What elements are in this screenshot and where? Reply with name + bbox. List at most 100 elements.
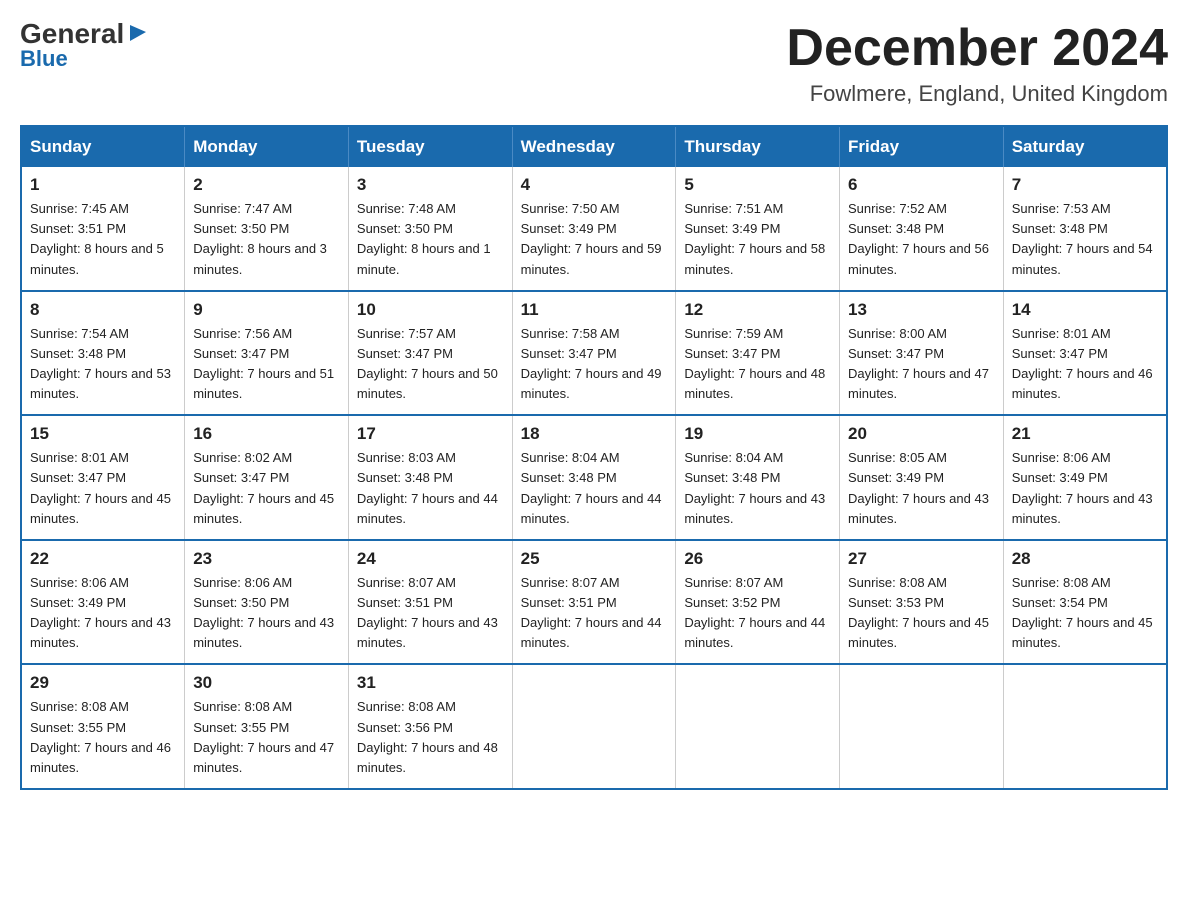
day-info: Sunrise: 7:59 AMSunset: 3:47 PMDaylight:… [684, 324, 831, 405]
day-number: 1 [30, 175, 176, 195]
day-info: Sunrise: 8:05 AMSunset: 3:49 PMDaylight:… [848, 448, 995, 529]
day-number: 5 [684, 175, 831, 195]
day-number: 31 [357, 673, 504, 693]
title-area: December 2024 Fowlmere, England, United … [786, 20, 1168, 107]
header-sunday: Sunday [21, 126, 185, 167]
header-thursday: Thursday [676, 126, 840, 167]
calendar-week-row: 29 Sunrise: 8:08 AMSunset: 3:55 PMDaylig… [21, 664, 1167, 789]
day-number: 27 [848, 549, 995, 569]
calendar-cell: 6 Sunrise: 7:52 AMSunset: 3:48 PMDayligh… [840, 167, 1004, 291]
month-title: December 2024 [786, 20, 1168, 77]
calendar-cell: 9 Sunrise: 7:56 AMSunset: 3:47 PMDayligh… [185, 291, 349, 416]
day-number: 14 [1012, 300, 1158, 320]
calendar-cell: 16 Sunrise: 8:02 AMSunset: 3:47 PMDaylig… [185, 415, 349, 540]
day-number: 10 [357, 300, 504, 320]
calendar-cell: 21 Sunrise: 8:06 AMSunset: 3:49 PMDaylig… [1003, 415, 1167, 540]
day-number: 22 [30, 549, 176, 569]
calendar-cell: 10 Sunrise: 7:57 AMSunset: 3:47 PMDaylig… [348, 291, 512, 416]
calendar-cell: 28 Sunrise: 8:08 AMSunset: 3:54 PMDaylig… [1003, 540, 1167, 665]
day-info: Sunrise: 8:02 AMSunset: 3:47 PMDaylight:… [193, 448, 340, 529]
day-number: 16 [193, 424, 340, 444]
day-info: Sunrise: 8:07 AMSunset: 3:51 PMDaylight:… [357, 573, 504, 654]
day-number: 7 [1012, 175, 1158, 195]
calendar-week-row: 8 Sunrise: 7:54 AMSunset: 3:48 PMDayligh… [21, 291, 1167, 416]
day-number: 21 [1012, 424, 1158, 444]
calendar-cell: 5 Sunrise: 7:51 AMSunset: 3:49 PMDayligh… [676, 167, 840, 291]
day-info: Sunrise: 7:56 AMSunset: 3:47 PMDaylight:… [193, 324, 340, 405]
day-number: 3 [357, 175, 504, 195]
day-number: 19 [684, 424, 831, 444]
day-info: Sunrise: 7:48 AMSunset: 3:50 PMDaylight:… [357, 199, 504, 280]
day-info: Sunrise: 8:06 AMSunset: 3:50 PMDaylight:… [193, 573, 340, 654]
day-number: 2 [193, 175, 340, 195]
location-subtitle: Fowlmere, England, United Kingdom [786, 81, 1168, 107]
day-info: Sunrise: 8:03 AMSunset: 3:48 PMDaylight:… [357, 448, 504, 529]
day-number: 24 [357, 549, 504, 569]
calendar-cell: 29 Sunrise: 8:08 AMSunset: 3:55 PMDaylig… [21, 664, 185, 789]
day-info: Sunrise: 7:53 AMSunset: 3:48 PMDaylight:… [1012, 199, 1158, 280]
calendar-cell: 30 Sunrise: 8:08 AMSunset: 3:55 PMDaylig… [185, 664, 349, 789]
calendar-cell: 13 Sunrise: 8:00 AMSunset: 3:47 PMDaylig… [840, 291, 1004, 416]
day-info: Sunrise: 8:08 AMSunset: 3:55 PMDaylight:… [30, 697, 176, 778]
day-info: Sunrise: 7:58 AMSunset: 3:47 PMDaylight:… [521, 324, 668, 405]
calendar-cell: 3 Sunrise: 7:48 AMSunset: 3:50 PMDayligh… [348, 167, 512, 291]
header-friday: Friday [840, 126, 1004, 167]
calendar-cell: 8 Sunrise: 7:54 AMSunset: 3:48 PMDayligh… [21, 291, 185, 416]
day-number: 12 [684, 300, 831, 320]
day-info: Sunrise: 8:08 AMSunset: 3:54 PMDaylight:… [1012, 573, 1158, 654]
day-info: Sunrise: 7:52 AMSunset: 3:48 PMDaylight:… [848, 199, 995, 280]
calendar-cell: 20 Sunrise: 8:05 AMSunset: 3:49 PMDaylig… [840, 415, 1004, 540]
day-number: 6 [848, 175, 995, 195]
calendar-cell: 15 Sunrise: 8:01 AMSunset: 3:47 PMDaylig… [21, 415, 185, 540]
calendar-cell: 25 Sunrise: 8:07 AMSunset: 3:51 PMDaylig… [512, 540, 676, 665]
day-number: 26 [684, 549, 831, 569]
day-info: Sunrise: 8:06 AMSunset: 3:49 PMDaylight:… [30, 573, 176, 654]
calendar-cell: 18 Sunrise: 8:04 AMSunset: 3:48 PMDaylig… [512, 415, 676, 540]
calendar-cell: 26 Sunrise: 8:07 AMSunset: 3:52 PMDaylig… [676, 540, 840, 665]
header-saturday: Saturday [1003, 126, 1167, 167]
day-info: Sunrise: 8:00 AMSunset: 3:47 PMDaylight:… [848, 324, 995, 405]
day-number: 17 [357, 424, 504, 444]
day-info: Sunrise: 7:54 AMSunset: 3:48 PMDaylight:… [30, 324, 176, 405]
day-info: Sunrise: 8:01 AMSunset: 3:47 PMDaylight:… [1012, 324, 1158, 405]
calendar-cell: 23 Sunrise: 8:06 AMSunset: 3:50 PMDaylig… [185, 540, 349, 665]
day-info: Sunrise: 7:57 AMSunset: 3:47 PMDaylight:… [357, 324, 504, 405]
logo-blue-text: Blue [20, 46, 68, 72]
page-header: General Blue December 2024 Fowlmere, Eng… [20, 20, 1168, 107]
calendar-cell: 7 Sunrise: 7:53 AMSunset: 3:48 PMDayligh… [1003, 167, 1167, 291]
day-info: Sunrise: 8:08 AMSunset: 3:53 PMDaylight:… [848, 573, 995, 654]
calendar-cell: 31 Sunrise: 8:08 AMSunset: 3:56 PMDaylig… [348, 664, 512, 789]
day-number: 11 [521, 300, 668, 320]
header-tuesday: Tuesday [348, 126, 512, 167]
day-info: Sunrise: 8:07 AMSunset: 3:51 PMDaylight:… [521, 573, 668, 654]
calendar-cell [676, 664, 840, 789]
calendar-cell: 1 Sunrise: 7:45 AMSunset: 3:51 PMDayligh… [21, 167, 185, 291]
calendar-cell: 24 Sunrise: 8:07 AMSunset: 3:51 PMDaylig… [348, 540, 512, 665]
day-number: 15 [30, 424, 176, 444]
day-number: 4 [521, 175, 668, 195]
day-info: Sunrise: 7:45 AMSunset: 3:51 PMDaylight:… [30, 199, 176, 280]
calendar-cell: 22 Sunrise: 8:06 AMSunset: 3:49 PMDaylig… [21, 540, 185, 665]
day-number: 8 [30, 300, 176, 320]
day-number: 9 [193, 300, 340, 320]
calendar-header-row: SundayMondayTuesdayWednesdayThursdayFrid… [21, 126, 1167, 167]
calendar-table: SundayMondayTuesdayWednesdayThursdayFrid… [20, 125, 1168, 790]
logo-triangle-icon [126, 21, 148, 43]
day-info: Sunrise: 8:06 AMSunset: 3:49 PMDaylight:… [1012, 448, 1158, 529]
logo: General Blue [20, 20, 148, 72]
header-wednesday: Wednesday [512, 126, 676, 167]
day-info: Sunrise: 8:07 AMSunset: 3:52 PMDaylight:… [684, 573, 831, 654]
header-monday: Monday [185, 126, 349, 167]
day-info: Sunrise: 7:50 AMSunset: 3:49 PMDaylight:… [521, 199, 668, 280]
day-number: 28 [1012, 549, 1158, 569]
calendar-week-row: 22 Sunrise: 8:06 AMSunset: 3:49 PMDaylig… [21, 540, 1167, 665]
day-number: 23 [193, 549, 340, 569]
day-number: 18 [521, 424, 668, 444]
day-info: Sunrise: 8:04 AMSunset: 3:48 PMDaylight:… [521, 448, 668, 529]
calendar-cell: 17 Sunrise: 8:03 AMSunset: 3:48 PMDaylig… [348, 415, 512, 540]
day-number: 20 [848, 424, 995, 444]
day-info: Sunrise: 8:08 AMSunset: 3:55 PMDaylight:… [193, 697, 340, 778]
day-info: Sunrise: 7:51 AMSunset: 3:49 PMDaylight:… [684, 199, 831, 280]
calendar-cell [512, 664, 676, 789]
calendar-week-row: 15 Sunrise: 8:01 AMSunset: 3:47 PMDaylig… [21, 415, 1167, 540]
